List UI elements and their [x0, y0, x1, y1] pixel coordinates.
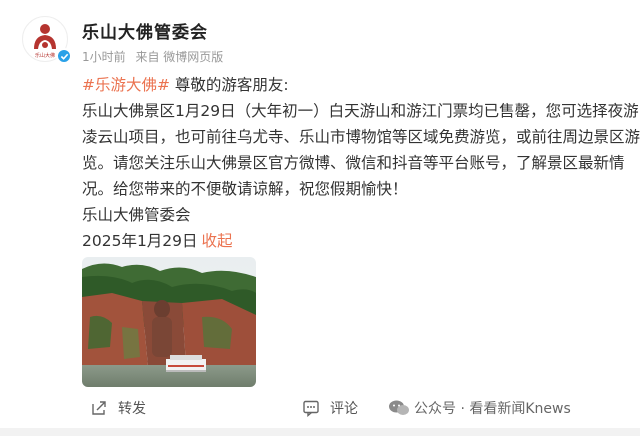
body-line-1: 乐山大佛景区1月29日（大年初一）白天游山和游江门票均已售罄，您可选择夜游 — [82, 102, 639, 120]
verified-icon — [56, 48, 72, 64]
post-source: 来自 微博网页版 — [135, 50, 224, 64]
repost-button[interactable]: 转发 — [90, 398, 146, 418]
comment-label: 评论 — [330, 401, 358, 417]
body-line-4: 况。给您带来的不便敬请谅解，祝您假期愉快！ — [82, 180, 408, 198]
post-photo[interactable] — [82, 257, 256, 387]
greeting: 尊敬的游客朋友: — [169, 76, 289, 94]
comment-icon — [303, 400, 319, 417]
body-line-2: 凌云山项目，也可前往乌尤寺、乐山市博物馆等区域免费游览，或前往周边景区游 — [82, 128, 640, 146]
first-line: #乐游大佛# 尊敬的游客朋友: — [82, 72, 634, 98]
date-line: 2025年1月29日 收起 — [82, 228, 634, 254]
watermark-text: 公众号 · 看看新闻Knews — [414, 401, 571, 417]
post-meta: 1小时前 来自 微博网页版 — [82, 48, 229, 65]
avatar[interactable]: 乐山大佛 — [22, 16, 72, 64]
collapse-link[interactable]: 收起 — [202, 232, 233, 250]
signature: 乐山大佛管委会 — [82, 206, 191, 224]
wechat-icon — [389, 400, 409, 415]
post-time[interactable]: 1小时前 — [82, 50, 126, 64]
repost-label: 转发 — [118, 401, 146, 417]
body-line-3: 览。请您关注乐山大佛景区官方微博、微信和抖音等平台账号，了解景区最新情 — [82, 154, 625, 172]
bottom-divider — [0, 428, 640, 436]
post-date: 2025年1月29日 — [82, 232, 198, 250]
author-name[interactable]: 乐山大佛管委会 — [82, 18, 208, 43]
repost-icon — [92, 401, 106, 415]
topic-tag[interactable]: #乐游大佛# — [82, 76, 170, 94]
svg-text:乐山大佛: 乐山大佛 — [35, 52, 55, 59]
watermark: 公众号 · 看看新闻Knews — [388, 398, 571, 418]
post-content: #乐游大佛# 尊敬的游客朋友: 乐山大佛景区1月29日（大年初一）白天游山和游江… — [82, 72, 640, 254]
comment-button[interactable]: 评论 — [302, 398, 358, 418]
